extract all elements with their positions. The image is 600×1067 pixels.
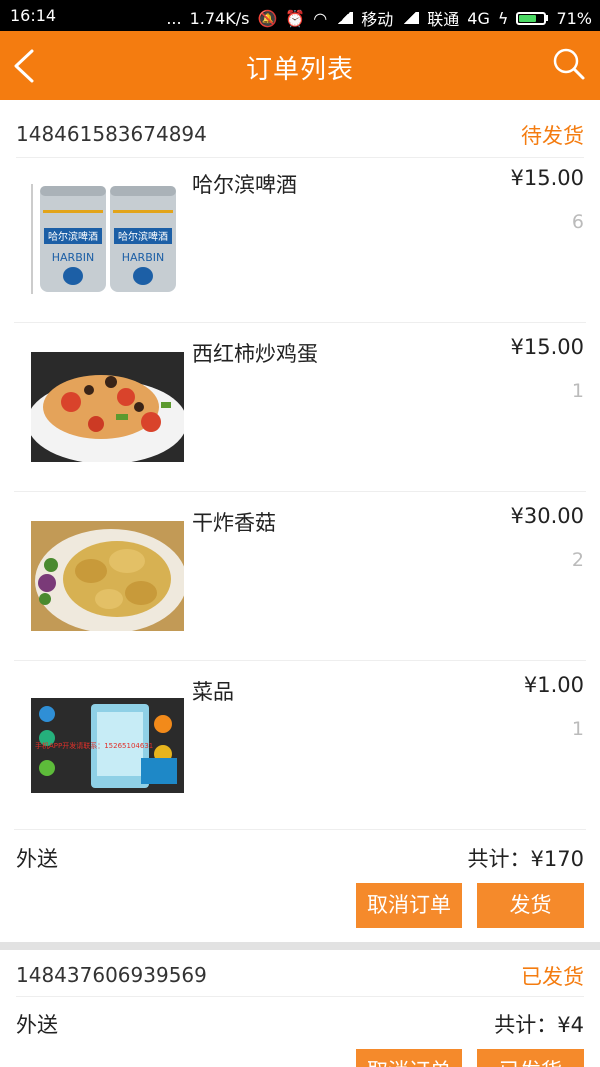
order-summary: 外送 共计：¥170 <box>16 833 584 879</box>
search-icon <box>553 48 585 80</box>
search-button[interactable] <box>552 47 586 81</box>
can-label-cn: 哈尔滨啤酒 <box>118 230 168 243</box>
order-header: 148461583674894 待发货 <box>16 105 584 158</box>
item-quantity: 1 <box>571 718 584 740</box>
delivery-method: 外送 <box>16 847 58 871</box>
order-header: 148437606939569 已发货 <box>16 951 584 997</box>
item-name: 西红柿炒鸡蛋 <box>192 342 318 366</box>
mute-icon: 🔕 <box>257 8 278 28</box>
item-quantity: 2 <box>571 549 584 571</box>
signal-icon <box>335 12 354 24</box>
order-item[interactable]: 手机APP开发请联系：15265104631 菜品 ¥1.00 1 <box>14 660 586 830</box>
order-number: 148461583674894 <box>16 122 207 146</box>
can-label-en: HARBIN <box>122 251 164 264</box>
can-label-en: HARBIN <box>52 251 94 264</box>
item-price: ¥15.00 <box>510 335 584 359</box>
network-type: 4G <box>467 8 490 28</box>
cancel-order-button[interactable]: 取消订单 <box>356 1049 462 1067</box>
item-name: 干炸香菇 <box>192 511 276 535</box>
battery-percent: 71% <box>556 8 592 28</box>
carrier-1: 移动 <box>361 10 394 29</box>
order-card[interactable]: 148437606939569 已发货 外送 共计：¥4 取消订单 已发货 <box>0 951 600 1067</box>
nav-bar: 订单列表 <box>0 31 600 100</box>
ship-button[interactable]: 发货 <box>477 883 584 928</box>
network-speed: 1.74K/s <box>189 8 250 28</box>
order-status: 待发货 <box>521 124 584 148</box>
order-total: 共计：¥4 <box>494 1013 584 1037</box>
signal-icon <box>401 12 420 24</box>
order-card[interactable]: 148461583674894 待发货 哈尔滨啤酒 HARBIN 哈尔滨啤酒 H… <box>0 105 600 941</box>
item-price: ¥15.00 <box>510 166 584 190</box>
status-dots: ... <box>166 8 182 28</box>
delivery-method: 外送 <box>16 1013 58 1037</box>
item-quantity: 1 <box>571 380 584 402</box>
cancel-order-button[interactable]: 取消订单 <box>356 883 462 928</box>
order-item[interactable]: 西红柿炒鸡蛋 ¥15.00 1 <box>14 322 586 492</box>
status-bar: 16:14 ... 1.74K/s 🔕 ⏰ ◠ 移动 联通 4G ϟ 71% <box>0 0 600 31</box>
wifi-icon: ◠ <box>313 8 328 28</box>
beer-can-image: 哈尔滨啤酒 HARBIN 哈尔滨啤酒 HARBIN <box>31 184 184 294</box>
order-number: 148437606939569 <box>16 963 207 987</box>
fried-mushroom-dish-image <box>31 521 184 631</box>
charging-icon: ϟ <box>497 8 509 28</box>
app-promo-image: 手机APP开发请联系：15265104631 <box>31 698 184 793</box>
order-divider <box>0 942 600 950</box>
item-quantity: 6 <box>571 211 584 233</box>
page-title: 订单列表 <box>245 55 354 85</box>
item-price: ¥1.00 <box>523 673 584 697</box>
status-time: 16:14 <box>10 6 57 25</box>
item-name: 哈尔滨啤酒 <box>192 173 297 197</box>
item-name: 菜品 <box>192 680 234 704</box>
item-price: ¥30.00 <box>510 504 584 528</box>
carrier-2: 联通 <box>427 10 460 29</box>
shipped-button[interactable]: 已发货 <box>477 1049 584 1067</box>
tomato-egg-dish-image <box>31 352 184 462</box>
order-total: 共计：¥170 <box>467 847 584 871</box>
alarm-icon: ⏰ <box>285 8 306 28</box>
promo-text: 手机APP开发请联系：15265104631 <box>35 741 153 750</box>
status-indicators: ... 1.74K/s 🔕 ⏰ ◠ 移动 联通 4G ϟ 71% <box>166 6 592 30</box>
order-item[interactable]: 干炸香菇 ¥30.00 2 <box>14 491 586 661</box>
order-status: 已发货 <box>521 965 584 989</box>
order-item[interactable]: 哈尔滨啤酒 HARBIN 哈尔滨啤酒 HARBIN 哈尔滨啤酒 ¥15.00 6 <box>14 153 586 323</box>
can-label-cn: 哈尔滨啤酒 <box>48 230 98 243</box>
order-summary: 外送 共计：¥4 <box>16 999 584 1045</box>
battery-icon <box>516 11 549 25</box>
